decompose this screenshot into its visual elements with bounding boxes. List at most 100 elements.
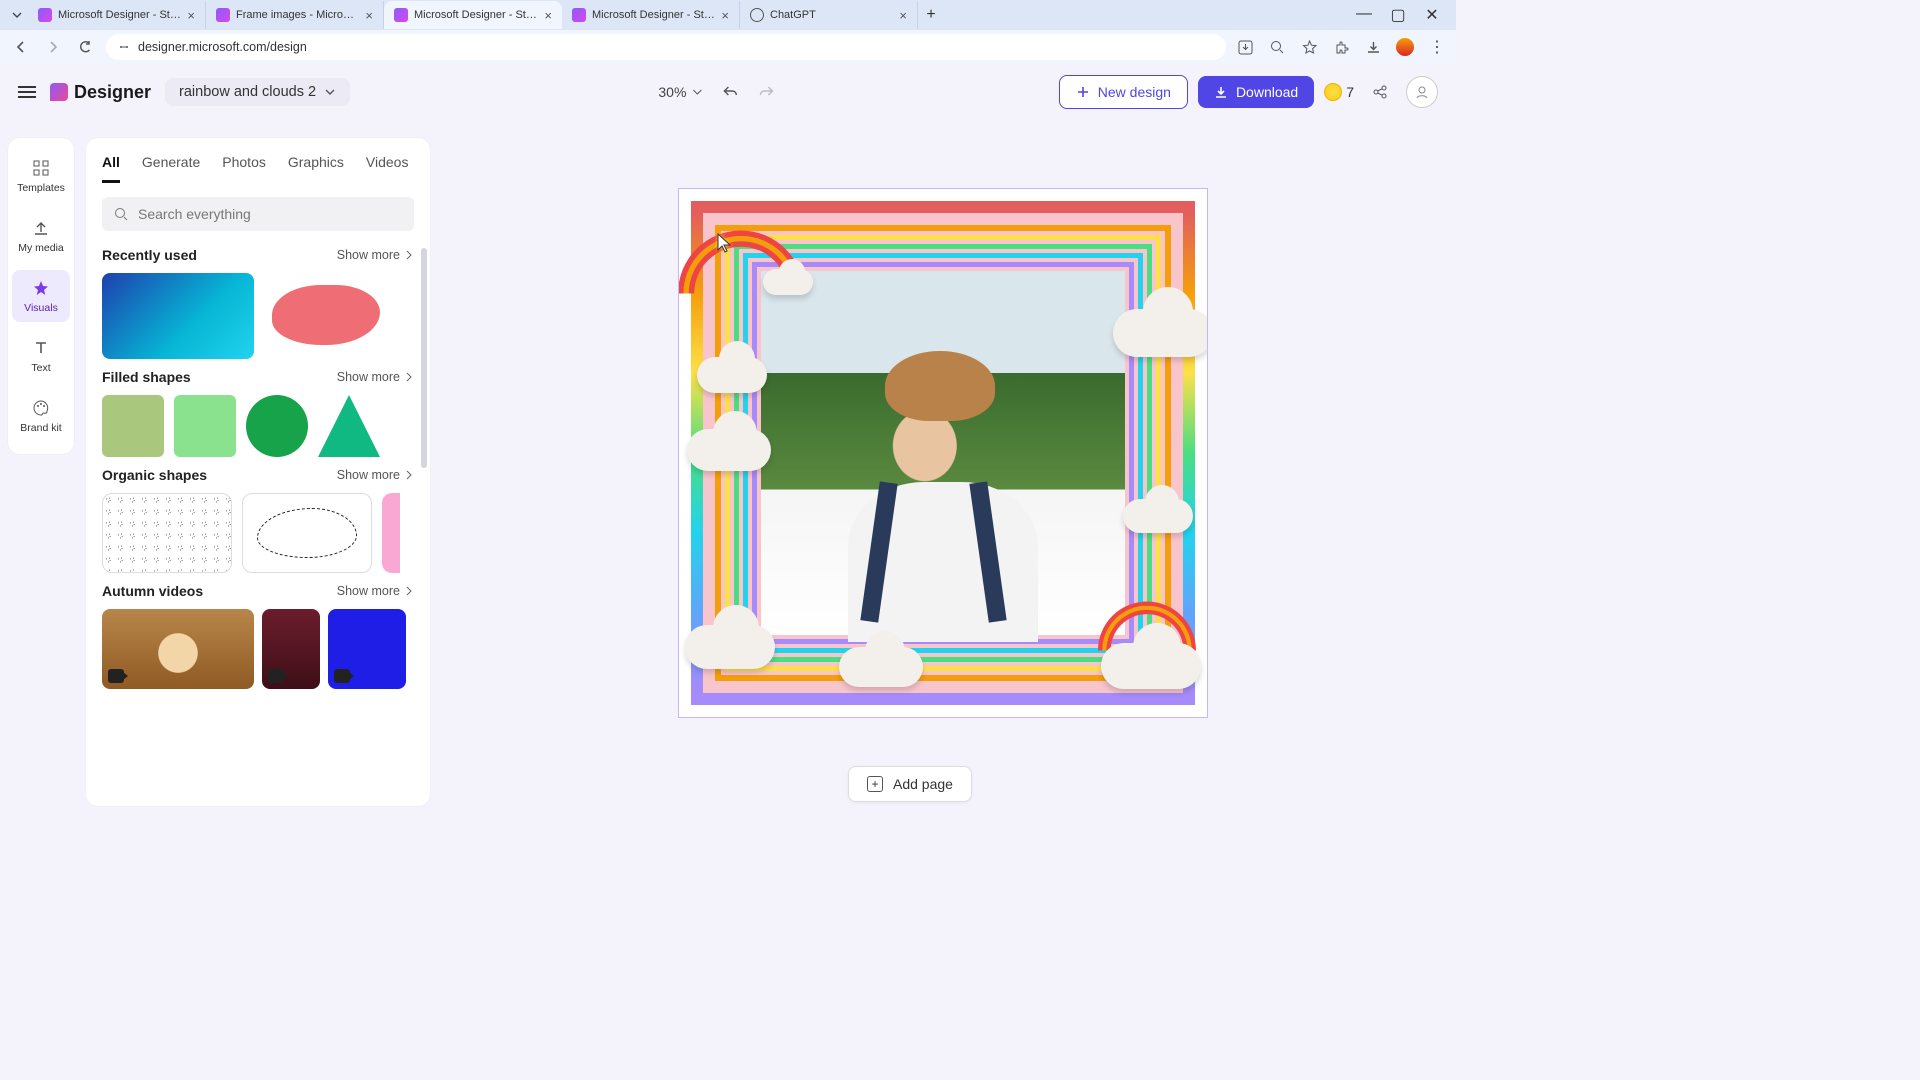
plus-square-icon: + [867, 776, 883, 792]
add-page-button[interactable]: + Add page [848, 766, 972, 802]
tab-all[interactable]: All [102, 154, 120, 183]
templates-icon [31, 158, 51, 178]
panel-scrollbar[interactable] [421, 248, 427, 468]
shape-square-olive[interactable] [102, 395, 164, 457]
show-more-button[interactable]: Show more [337, 370, 414, 384]
url-field[interactable]: designer.microsoft.com/design [106, 34, 1226, 60]
video-badge-icon [334, 669, 350, 683]
shape-circle-green[interactable] [246, 395, 308, 457]
section-organic-shapes: Organic shapes Show more [86, 461, 430, 577]
extensions-icon[interactable] [1332, 38, 1350, 56]
visuals-panel: All Generate Photos Graphics Videos Sear… [86, 138, 430, 806]
favicon-icon [394, 8, 408, 22]
browser-chrome: Microsoft Designer - Stunning × Frame im… [0, 0, 1456, 64]
site-info-icon[interactable] [118, 41, 130, 53]
tab-videos[interactable]: Videos [366, 154, 409, 183]
canvas[interactable] [450, 138, 1436, 762]
rail-my-media[interactable]: My media [12, 210, 70, 262]
rail-templates[interactable]: Templates [12, 150, 70, 202]
favicon-icon [750, 8, 764, 22]
rail-visuals[interactable]: Visuals [12, 270, 70, 322]
add-page-label: Add page [893, 776, 953, 792]
tab-3-active[interactable]: Microsoft Designer - Stunning × [384, 1, 562, 29]
thumb-dotted-blob[interactable] [102, 493, 232, 573]
thumb-gradient[interactable] [102, 273, 254, 359]
show-more-button[interactable]: Show more [337, 584, 414, 598]
show-more-label: Show more [337, 370, 400, 384]
close-icon[interactable]: × [365, 8, 373, 23]
panel-tabs: All Generate Photos Graphics Videos [86, 154, 430, 183]
video-thumb-dog[interactable] [102, 609, 254, 689]
install-icon[interactable] [1236, 38, 1254, 56]
close-icon[interactable]: × [187, 8, 195, 23]
downloads-icon[interactable] [1364, 38, 1382, 56]
download-button[interactable]: Download [1198, 76, 1314, 108]
thumb-pink-partial[interactable] [382, 493, 400, 573]
close-icon[interactable]: × [721, 8, 729, 23]
close-window-icon[interactable]: ✕ [1424, 5, 1440, 25]
share-button[interactable] [1364, 76, 1396, 108]
zoom-controls: 30% [658, 84, 774, 100]
section-title: Recently used [102, 247, 197, 263]
new-tab-button[interactable]: + [918, 2, 944, 28]
show-more-button[interactable]: Show more [337, 468, 414, 482]
video-thumb-leaves[interactable] [262, 609, 320, 689]
rail-label: Visuals [24, 302, 58, 314]
rail-brand-kit[interactable]: Brand kit [12, 390, 70, 442]
minimize-icon[interactable]: — [1356, 5, 1372, 25]
search-input[interactable]: Search everything [102, 197, 414, 231]
cloud-icon [685, 625, 775, 669]
nav-forward-icon[interactable] [42, 36, 64, 58]
shape-triangle-green[interactable] [318, 395, 380, 457]
rail-label: Templates [17, 182, 65, 194]
maximize-icon[interactable]: ▢ [1390, 5, 1406, 25]
document-name-dropdown[interactable]: rainbow and clouds 2 [165, 78, 350, 106]
tab-graphics[interactable]: Graphics [288, 154, 344, 183]
undo-button[interactable] [722, 84, 738, 100]
rail-label: My media [18, 242, 64, 254]
artboard[interactable] [678, 188, 1208, 718]
shape-square-green[interactable] [174, 395, 236, 457]
redo-button[interactable] [758, 84, 774, 100]
text-icon [31, 338, 51, 358]
tab-title: Frame images - Microsoft Des [236, 9, 359, 21]
section-title: Autumn videos [102, 583, 203, 599]
upload-icon [31, 218, 51, 238]
toolbar-actions: ⋮ [1236, 38, 1446, 56]
credits-badge[interactable]: 7 [1324, 83, 1354, 101]
profile-avatar-icon[interactable] [1396, 38, 1414, 56]
new-design-button[interactable]: New design [1059, 75, 1188, 109]
section-autumn-videos: Autumn videos Show more [86, 577, 430, 693]
tab-1[interactable]: Microsoft Designer - Stunning × [28, 1, 206, 29]
app-header: Designer rainbow and clouds 2 30% New de… [0, 64, 1456, 120]
plus-icon [1076, 85, 1090, 99]
video-badge-icon [268, 669, 284, 683]
tab-5[interactable]: ChatGPT × [740, 1, 918, 29]
cursor-icon [717, 233, 731, 253]
tab-generate[interactable]: Generate [142, 154, 200, 183]
section-title: Organic shapes [102, 467, 207, 483]
search-placeholder: Search everything [138, 206, 251, 222]
chevron-right-icon [404, 470, 414, 480]
tab-menu-chevron[interactable] [6, 4, 28, 26]
app-logo[interactable]: Designer [50, 82, 151, 103]
video-thumb-blue[interactable] [328, 609, 406, 689]
reload-icon[interactable] [74, 36, 96, 58]
rail-text[interactable]: Text [12, 330, 70, 382]
tab-2[interactable]: Frame images - Microsoft Des × [206, 1, 384, 29]
show-more-button[interactable]: Show more [337, 248, 414, 262]
close-icon[interactable]: × [544, 8, 552, 23]
kebab-menu-icon[interactable]: ⋮ [1428, 38, 1446, 56]
thumb-blob[interactable] [264, 273, 394, 359]
account-button[interactable] [1406, 76, 1438, 108]
close-icon[interactable]: × [899, 8, 907, 23]
tab-4[interactable]: Microsoft Designer - Stunning × [562, 1, 740, 29]
zoom-icon[interactable] [1268, 38, 1286, 56]
zoom-dropdown[interactable]: 30% [658, 84, 702, 100]
tab-photos[interactable]: Photos [222, 154, 266, 183]
favicon-icon [38, 8, 52, 22]
hamburger-icon[interactable] [18, 86, 36, 98]
nav-back-icon[interactable] [10, 36, 32, 58]
bookmark-icon[interactable] [1300, 38, 1318, 56]
thumb-bean-outline[interactable] [242, 493, 372, 573]
